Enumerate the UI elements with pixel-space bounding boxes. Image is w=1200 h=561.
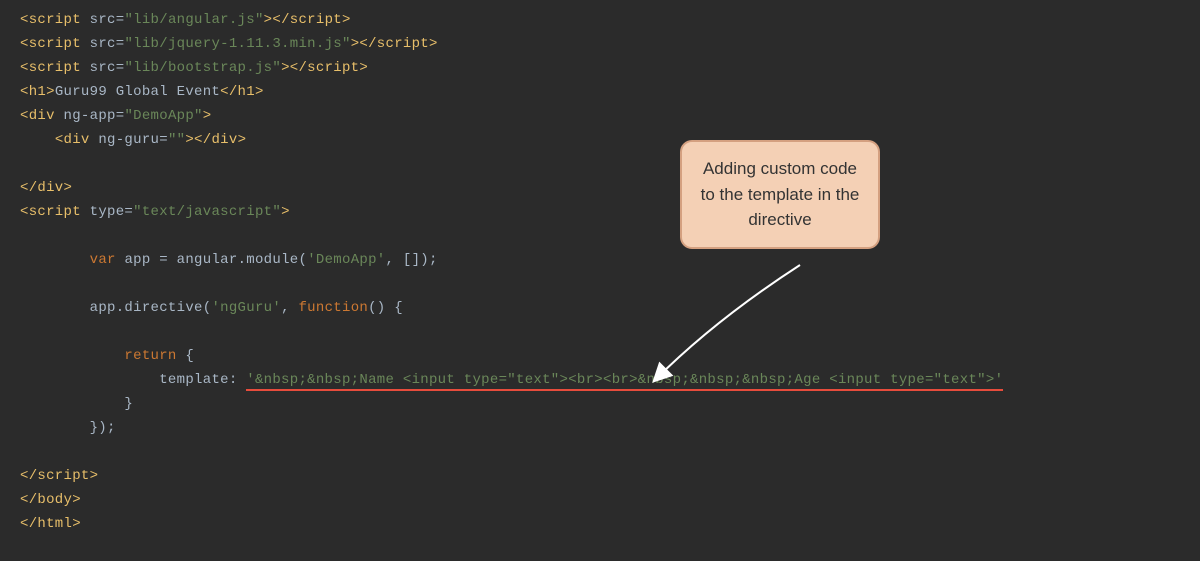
code-line-17: } xyxy=(20,392,1200,416)
code-line-7 xyxy=(20,152,1200,176)
annotation-arrow xyxy=(640,260,840,410)
code-line-2: <script src="lib/jquery-1.11.3.min.js"><… xyxy=(20,32,1200,56)
code-line-10 xyxy=(20,224,1200,248)
code-line-11: var app = angular.module('DemoApp', []); xyxy=(20,248,1200,272)
code-line-9: <script type="text/javascript"> xyxy=(20,200,1200,224)
code-line-20: </script> xyxy=(20,464,1200,488)
code-line-3: <script src="lib/bootstrap.js"></script> xyxy=(20,56,1200,80)
template-value-underlined: '&nbsp;&nbsp;Name <input type="text"><br… xyxy=(246,372,1003,391)
code-line-18: }); xyxy=(20,416,1200,440)
code-line-14 xyxy=(20,320,1200,344)
code-line-22: </html> xyxy=(20,512,1200,536)
code-line-12 xyxy=(20,272,1200,296)
code-line-19 xyxy=(20,440,1200,464)
annotation-text: Adding custom code to the template in th… xyxy=(701,159,860,229)
code-line-5: <div ng-app="DemoApp"> xyxy=(20,104,1200,128)
code-line-6: <div ng-guru=""></div> xyxy=(20,128,1200,152)
code-line-15: return { xyxy=(20,344,1200,368)
code-line-16: template: '&nbsp;&nbsp;Name <input type=… xyxy=(20,368,1200,392)
code-block: <script src="lib/angular.js"></script> <… xyxy=(0,0,1200,536)
code-line-4: <h1>Guru99 Global Event</h1> xyxy=(20,80,1200,104)
code-line-13: app.directive('ngGuru', function() { xyxy=(20,296,1200,320)
annotation-callout: Adding custom code to the template in th… xyxy=(680,140,880,249)
code-line-1: <script src="lib/angular.js"></script> xyxy=(20,8,1200,32)
code-line-8: </div> xyxy=(20,176,1200,200)
code-line-21: </body> xyxy=(20,488,1200,512)
